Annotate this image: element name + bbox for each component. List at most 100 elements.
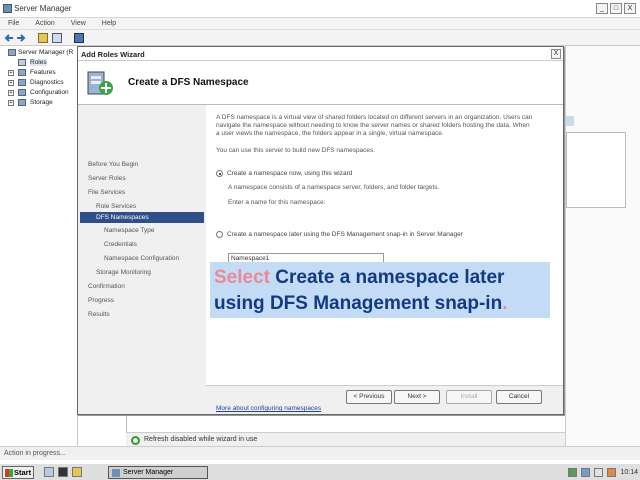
callout-text-2: using DFS Management snap-in (214, 293, 503, 314)
step-results[interactable]: Results (88, 311, 110, 322)
add-roles-wizard-dialog: Add Roles Wizard X Create a DFS Namespac… (77, 46, 564, 415)
network-icon[interactable] (594, 468, 604, 477)
refresh-text: Refresh disabled while wizard in use (144, 436, 258, 443)
show-hide-tree-icon[interactable] (52, 33, 62, 43)
install-button[interactable]: Install (446, 390, 492, 404)
instruction-callout: Select Create a namespace later using DF… (210, 262, 550, 318)
start-label: Start (14, 468, 32, 477)
forward-arrow-icon[interactable] (16, 33, 26, 43)
roles-icon (18, 59, 26, 66)
taskbar-item-server-manager[interactable]: Server Manager (108, 466, 208, 479)
step-credentials[interactable]: Credentials (104, 241, 137, 252)
window-title-bar: Server Manager _ □ X (0, 0, 640, 18)
callout-line-1: Select Create a namespace later (214, 265, 550, 291)
intro-line-2: navigate the namespace without needing t… (216, 122, 530, 129)
step-server-roles[interactable]: Server Roles (88, 175, 126, 186)
clock: 10:14 (620, 469, 638, 476)
tree-item-roles[interactable]: Roles (30, 59, 47, 66)
status-bar: Action in progress... (0, 446, 640, 460)
speaker-icon[interactable] (607, 468, 617, 477)
callout-text-1: Create a namespace later (275, 267, 505, 288)
window-title: Server Manager (14, 4, 72, 13)
explorer-quicklaunch-icon[interactable] (72, 467, 82, 477)
next-button[interactable]: Next > (394, 390, 440, 404)
radio-create-now-label[interactable]: Create a namespace now, using this wizar… (227, 170, 352, 177)
wizard-title: Add Roles Wizard (81, 50, 145, 59)
powershell-quicklaunch-icon[interactable] (58, 467, 68, 477)
storage-icon (18, 99, 26, 106)
intro-line-1: A DFS namespace is a virtual view of sha… (216, 114, 533, 121)
refresh-icon (131, 436, 140, 445)
server-icon (8, 49, 16, 56)
create-now-description: A namespace consists of a namespace serv… (228, 184, 440, 191)
menu-bar: File Action View Help (0, 18, 640, 30)
step-confirmation[interactable]: Confirmation (88, 283, 125, 294)
menu-help[interactable]: Help (102, 20, 116, 27)
namespace-name-label: Enter a name for this namespace: (228, 199, 326, 206)
callout-line-2: using DFS Management snap-in. (214, 291, 550, 317)
step-namespace-type[interactable]: Namespace Type (104, 227, 154, 238)
minimize-button[interactable]: _ (596, 3, 608, 14)
refresh-bar: Refresh disabled while wizard in use (126, 432, 565, 446)
wizard-content: A DFS namespace is a virtual view of sha… (206, 105, 563, 412)
menu-file[interactable]: File (8, 20, 19, 27)
step-progress[interactable]: Progress (88, 297, 114, 308)
tree-item-configuration[interactable]: Configuration (30, 89, 69, 96)
wizard-header: Create a DFS Namespace (78, 61, 563, 105)
step-storage-monitoring[interactable]: Storage Monitoring (96, 269, 151, 280)
can-use-text: You can use this server to build new DFS… (216, 147, 376, 154)
button-separator (206, 385, 563, 386)
wizard-title-bar: Add Roles Wizard X (78, 47, 563, 61)
tree-item-diagnostics[interactable]: Diagnostics (30, 79, 64, 86)
tray-icon[interactable] (568, 468, 578, 477)
server-manager-icon (112, 469, 120, 477)
wizard-steps: Before You Begin Server Roles File Servi… (78, 105, 206, 385)
background-box (566, 132, 626, 208)
up-folder-icon[interactable] (38, 33, 48, 43)
radio-create-later-label[interactable]: Create a namespace later using the DFS M… (227, 231, 463, 238)
wizard-close-button[interactable]: X (551, 49, 561, 59)
server-manager-quicklaunch-icon[interactable] (44, 467, 54, 477)
toolbar (0, 30, 640, 46)
server-manager-icon (3, 4, 12, 13)
status-text: Action in progress... (4, 450, 66, 457)
menu-action[interactable]: Action (35, 20, 54, 27)
tree-item-features[interactable]: Features (30, 69, 56, 76)
radio-create-later[interactable] (216, 231, 223, 238)
tree-root[interactable]: Server Manager (R (18, 49, 73, 56)
step-before-you-begin[interactable]: Before You Begin (88, 161, 138, 172)
expand-icon[interactable]: + (8, 100, 14, 106)
start-button[interactable]: Start (2, 466, 34, 479)
help-icon[interactable] (74, 33, 84, 43)
features-icon (18, 69, 26, 76)
callout-period: . (502, 293, 508, 314)
callout-keyword: Select (214, 267, 270, 288)
menu-view[interactable]: View (71, 20, 86, 27)
expand-icon[interactable]: + (8, 80, 14, 86)
tree-item-storage[interactable]: Storage (30, 99, 53, 106)
diagnostics-icon (18, 79, 26, 86)
previous-button[interactable]: < Previous (346, 390, 392, 404)
intro-line-3: a user views the namespace, the folders … (216, 130, 444, 137)
maximize-button[interactable]: □ (610, 3, 622, 14)
radio-create-now[interactable] (216, 170, 223, 177)
taskbar-item-label: Server Manager (123, 469, 174, 476)
windows-logo-icon (5, 469, 13, 477)
background-content-pane (565, 46, 640, 446)
expand-icon[interactable]: + (8, 90, 14, 96)
expand-icon[interactable]: + (8, 70, 14, 76)
step-namespace-configuration[interactable]: Namespace Configuration (104, 255, 179, 266)
more-about-namespaces-link[interactable]: More about configuring namespaces (216, 405, 321, 412)
back-arrow-icon[interactable] (4, 33, 14, 43)
system-tray: 10:14 (568, 466, 638, 479)
server-roles-icon (87, 71, 113, 95)
step-dfs-namespaces[interactable]: DFS Namespaces (80, 212, 204, 223)
configuration-icon (18, 89, 26, 96)
selection-marker (566, 116, 574, 126)
navigation-tree: Server Manager (R Roles + Features + Dia… (0, 46, 78, 446)
step-file-services[interactable]: File Services (88, 189, 125, 200)
wizard-page-title: Create a DFS Namespace (128, 77, 249, 88)
cancel-button[interactable]: Cancel (496, 390, 542, 404)
tray-icon[interactable] (581, 468, 591, 477)
close-button[interactable]: X (624, 3, 636, 14)
